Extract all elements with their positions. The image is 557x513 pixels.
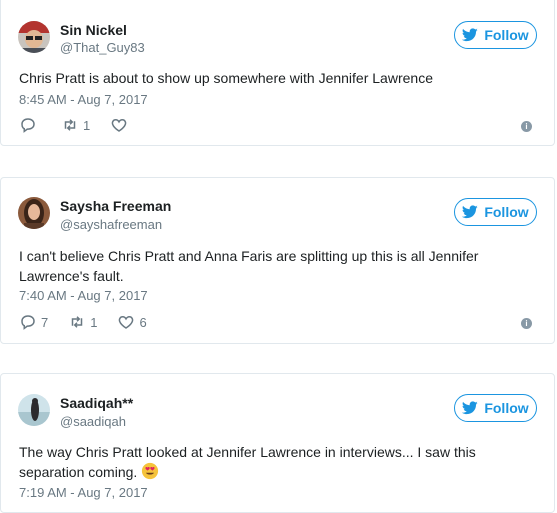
- follow-button[interactable]: Follow: [454, 394, 537, 422]
- heart-eyes-emoji-icon: [142, 462, 159, 480]
- like-action[interactable]: [110, 116, 132, 134]
- reply-action[interactable]: [19, 116, 41, 134]
- follow-label: Follow: [484, 400, 529, 416]
- follow-button[interactable]: Follow: [454, 21, 537, 49]
- author-name[interactable]: Saysha Freeman: [60, 198, 171, 214]
- avatar[interactable]: [18, 394, 50, 426]
- retweet-icon: [71, 316, 83, 328]
- info-icon[interactable]: i: [521, 121, 532, 132]
- reply-action[interactable]: 7: [19, 313, 48, 331]
- twitter-bird-icon: [462, 205, 479, 219]
- tweet-timestamp[interactable]: 7:19 AM - Aug 7, 2017: [19, 485, 148, 500]
- tweet-card: Saadiqah** @saadiqah Follow The way Chri…: [0, 373, 555, 513]
- info-icon[interactable]: i: [521, 318, 532, 329]
- follow-label: Follow: [484, 204, 529, 220]
- heart-icon: [111, 118, 127, 132]
- follow-button[interactable]: Follow: [454, 198, 537, 226]
- twitter-bird-icon: [462, 401, 479, 415]
- tweet-text: The way Chris Pratt looked at Jennifer L…: [19, 442, 514, 482]
- follow-label: Follow: [484, 27, 529, 43]
- like-count: 6: [139, 314, 147, 330]
- author-handle[interactable]: @sayshafreeman: [60, 217, 162, 232]
- retweet-action[interactable]: 1: [61, 116, 90, 134]
- retweet-count: 1: [90, 314, 98, 330]
- reply-icon: [21, 118, 35, 133]
- author-name[interactable]: Saadiqah**: [60, 395, 133, 411]
- heart-icon: [119, 315, 134, 329]
- reply-count: 7: [41, 314, 49, 330]
- author-name[interactable]: Sin Nickel: [60, 22, 127, 38]
- reply-icon: [21, 315, 35, 330]
- avatar[interactable]: [18, 197, 50, 229]
- tweet-text-body: The way Chris Pratt looked at Jennifer L…: [19, 444, 476, 480]
- tweet-text: I can't believe Chris Pratt and Anna Far…: [19, 248, 479, 284]
- tweet-card: Sin Nickel @That_Guy83 Follow Chris Prat…: [0, 0, 555, 146]
- tweet-actions: 1: [19, 115, 152, 135]
- tweet-actions: 7 1 6: [19, 312, 167, 332]
- tweet-timestamp[interactable]: 8:45 AM - Aug 7, 2017: [19, 92, 148, 107]
- retweet-action[interactable]: 1: [68, 313, 97, 331]
- tweet-text: Chris Pratt is about to show up somewher…: [19, 70, 433, 86]
- retweet-count: 1: [83, 117, 91, 133]
- avatar[interactable]: [18, 21, 50, 53]
- author-handle[interactable]: @That_Guy83: [60, 40, 145, 55]
- author-handle[interactable]: @saadiqah: [60, 414, 126, 429]
- tweet-timestamp[interactable]: 7:40 AM - Aug 7, 2017: [19, 288, 148, 303]
- twitter-bird-icon: [462, 28, 479, 42]
- tweet-card: Saysha Freeman @sayshafreeman Follow I c…: [0, 177, 555, 344]
- like-action[interactable]: 6: [117, 313, 147, 331]
- retweet-icon: [64, 119, 76, 131]
